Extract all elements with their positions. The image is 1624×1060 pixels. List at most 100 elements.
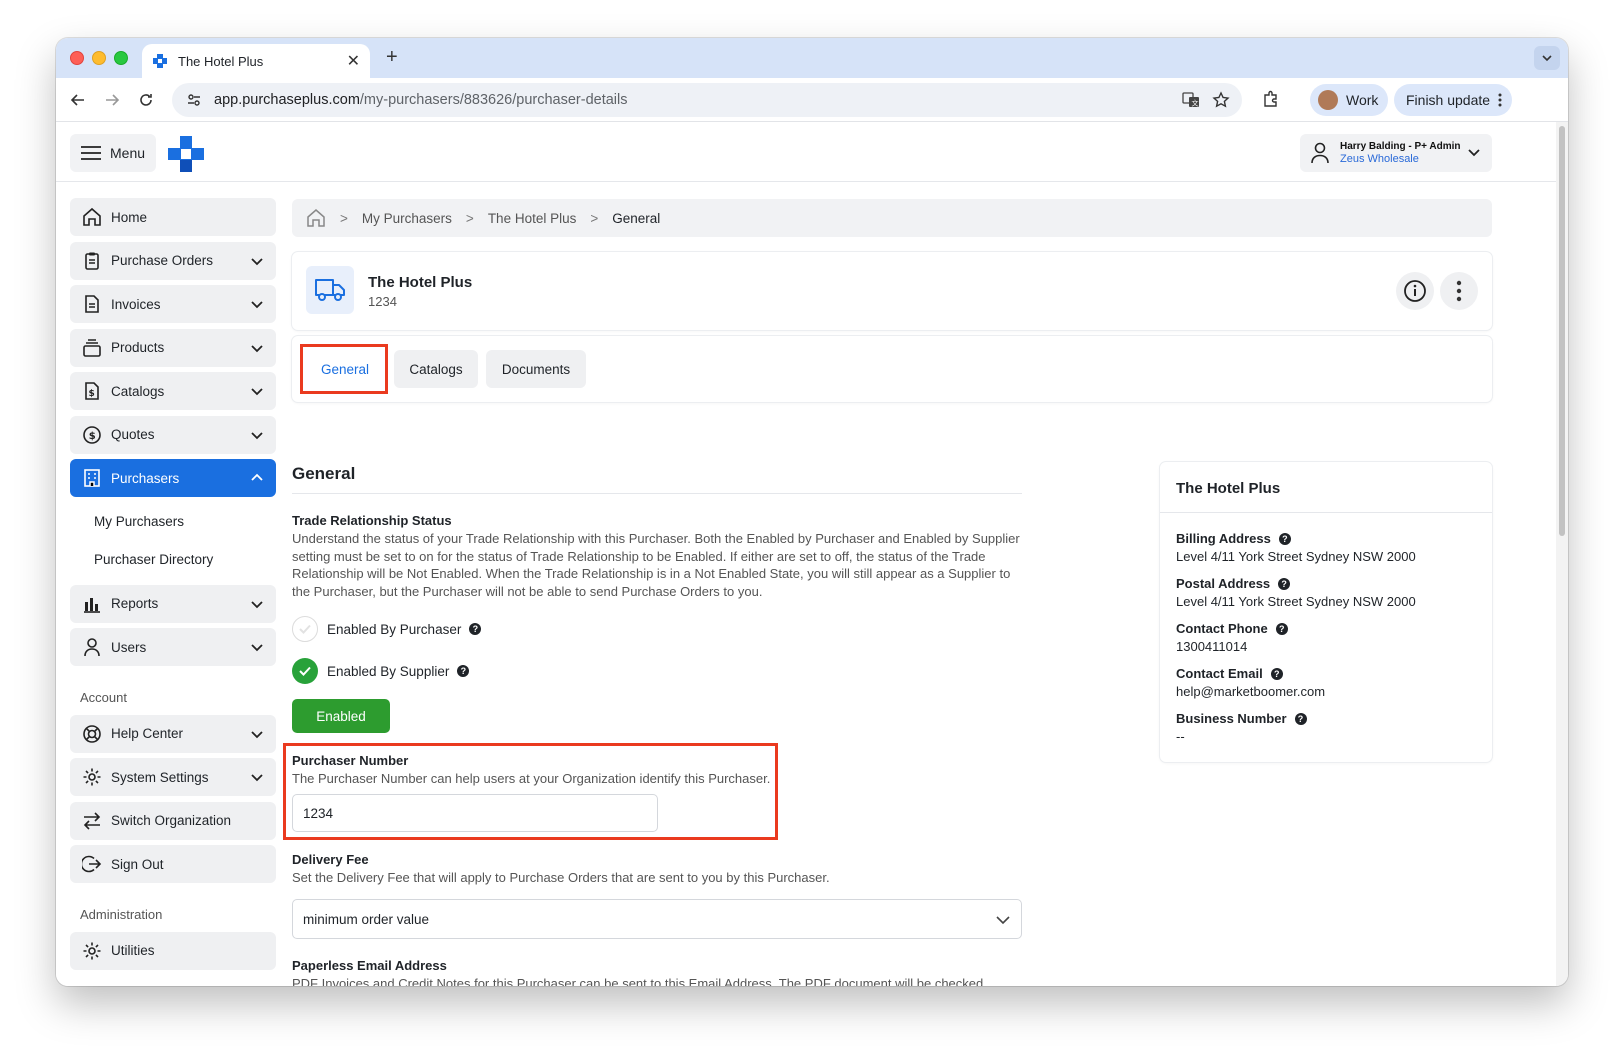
enabled-by-purchaser-toggle[interactable]	[292, 616, 318, 642]
tabs-card: General Catalogs Documents	[292, 336, 1492, 402]
document-icon	[85, 295, 99, 313]
finish-update-button[interactable]: Finish update	[1394, 84, 1512, 116]
browser-tab[interactable]: The Hotel Plus ✕	[142, 44, 370, 78]
user-icon	[1311, 142, 1329, 164]
sidebar-item-label: Utilities	[111, 943, 155, 958]
sidebar-item-products[interactable]: Products	[70, 328, 276, 367]
forward-icon[interactable]	[100, 88, 124, 112]
user-menu[interactable]: Harry Balding - P+ Admin Zeus Wholesale	[1300, 134, 1492, 172]
profile-button[interactable]: Work	[1310, 84, 1388, 116]
maximize-window-button[interactable]	[114, 51, 128, 65]
close-window-button[interactable]	[70, 51, 84, 65]
sidebar-item-utilities[interactable]: Utilities	[70, 931, 276, 970]
postal-address-value: Level 4/11 York Street Sydney NSW 2000	[1176, 594, 1416, 609]
menu-label: Menu	[110, 145, 146, 161]
help-icon[interactable]: ?	[469, 623, 482, 635]
info-card-title: The Hotel Plus	[1176, 480, 1281, 497]
highlight-box-purchaser-number	[283, 743, 778, 840]
purchaser-name: The Hotel Plus	[368, 274, 473, 291]
delivery-fee-description: Set the Delivery Fee that will apply to …	[292, 870, 830, 885]
billing-address-label: Billing Address	[1176, 531, 1271, 546]
sidebar-item-catalogs[interactable]: $ Catalogs	[70, 372, 276, 410]
chevron-down-icon	[251, 644, 263, 652]
breadcrumb-my-purchasers[interactable]: My Purchasers	[362, 211, 452, 226]
address-bar[interactable]: app.purchaseplus.com/my-purchasers/88362…	[172, 83, 1242, 117]
page-scrollbar[interactable]	[1556, 122, 1568, 986]
help-icon[interactable]: ?	[457, 665, 470, 677]
close-tab-icon[interactable]: ✕	[347, 51, 360, 71]
sidebar-item-quotes[interactable]: $ Quotes	[70, 415, 276, 454]
breadcrumb-hotel-plus[interactable]: The Hotel Plus	[488, 211, 577, 226]
sidebar-item-help-center[interactable]: Help Center	[70, 714, 276, 753]
enabled-by-supplier-label: Enabled By Supplier	[327, 663, 450, 679]
reload-icon[interactable]	[134, 88, 158, 112]
info-button[interactable]	[1396, 272, 1434, 310]
sidebar-item-label: Purchasers	[111, 470, 180, 486]
trade-status-description: Understand the status of your Trade Rela…	[292, 531, 1020, 599]
hamburger-icon	[81, 146, 101, 160]
url-path: /my-purchasers/883626/purchaser-details	[359, 92, 628, 108]
site-settings-icon[interactable]	[186, 92, 202, 108]
purchaser-number: 1234	[368, 294, 397, 309]
sidebar-item-reports[interactable]: Reports	[70, 584, 276, 623]
sidebar-item-purchase-orders[interactable]: Purchase Orders	[70, 241, 276, 280]
info-icon	[1404, 280, 1426, 302]
help-icon[interactable]: ?	[1294, 712, 1307, 725]
clipboard-icon	[85, 252, 99, 270]
browser-tab-title: The Hotel Plus	[178, 53, 264, 69]
chevron-down-icon	[251, 257, 263, 265]
back-icon[interactable]	[66, 88, 90, 112]
more-options-button[interactable]	[1440, 272, 1478, 310]
enabled-by-purchaser-label: Enabled By Purchaser	[327, 621, 462, 637]
extensions-icon[interactable]	[1262, 90, 1280, 108]
translate-icon[interactable]: 文	[1182, 91, 1200, 109]
profile-label: Work	[1346, 92, 1379, 108]
tab-search-icon[interactable]	[1534, 46, 1560, 70]
help-icon[interactable]: ?	[1270, 667, 1283, 680]
new-tab-icon[interactable]: +	[386, 46, 398, 69]
sidebar-item-label: Catalogs	[111, 383, 165, 399]
delivery-fee-select[interactable]: minimum order value	[292, 899, 1022, 939]
postal-address-label: Postal Address	[1176, 576, 1271, 591]
purchaseplus-logo-icon[interactable]	[168, 136, 204, 172]
sidebar-item-label: Purchase Orders	[111, 253, 214, 268]
menu-button[interactable]: Menu	[70, 134, 156, 172]
scrollbar-thumb[interactable]	[1559, 126, 1565, 536]
sidebar-item-purchasers[interactable]: Purchasers	[70, 459, 276, 497]
browser-toolbar: app.purchaseplus.com/my-purchasers/88362…	[56, 78, 1568, 122]
chevron-down-icon	[251, 301, 263, 309]
purchaseplus-favicon-icon	[153, 54, 167, 68]
browser-window: The Hotel Plus ✕ + app.purchaseplus.com/…	[56, 38, 1568, 986]
tab-catalogs[interactable]: Catalogs	[394, 350, 478, 388]
sidebar-subitem-my-purchasers[interactable]: My Purchasers	[70, 503, 276, 541]
sidebar-item-home[interactable]: Home	[70, 198, 276, 236]
contact-phone-value: 1300411014	[1176, 639, 1248, 654]
sidebar-item-label: Reports	[111, 596, 159, 611]
section-divider	[292, 493, 1022, 494]
help-icon[interactable]: ?	[1275, 622, 1288, 635]
contact-phone-label: Contact Phone	[1176, 621, 1268, 636]
sidebar-item-switch-organization[interactable]: Switch Organization	[70, 801, 276, 840]
minimize-window-button[interactable]	[92, 51, 106, 65]
help-icon[interactable]: ?	[1278, 532, 1291, 545]
bookmark-star-icon[interactable]	[1212, 91, 1230, 109]
paperless-email-label: Paperless Email Address	[292, 958, 447, 973]
sidebar-item-system-settings[interactable]: System Settings	[70, 758, 276, 796]
breadcrumb-separator: >	[340, 210, 348, 226]
sidebar-item-label: Sign Out	[111, 856, 164, 872]
lifebuoy-icon	[83, 724, 101, 743]
sidebar-item-invoices[interactable]: Invoices	[70, 285, 276, 323]
home-icon[interactable]	[306, 208, 326, 228]
gear-icon	[83, 942, 101, 959]
sidebar-item-users[interactable]: Users	[70, 628, 276, 666]
section-heading: General	[292, 464, 356, 483]
kebab-menu-icon	[1498, 93, 1502, 107]
delivery-fee-selected-value: minimum order value	[303, 911, 430, 927]
tab-documents[interactable]: Documents	[486, 350, 586, 388]
help-icon[interactable]: ?	[1278, 577, 1291, 590]
sidebar-item-sign-out[interactable]: Sign Out	[70, 845, 276, 883]
enabled-by-supplier-toggle[interactable]	[292, 658, 318, 684]
sidebar-subitem-purchaser-directory[interactable]: Purchaser Directory	[70, 541, 276, 579]
svg-text:文: 文	[1192, 99, 1199, 108]
truck-icon	[315, 279, 345, 301]
